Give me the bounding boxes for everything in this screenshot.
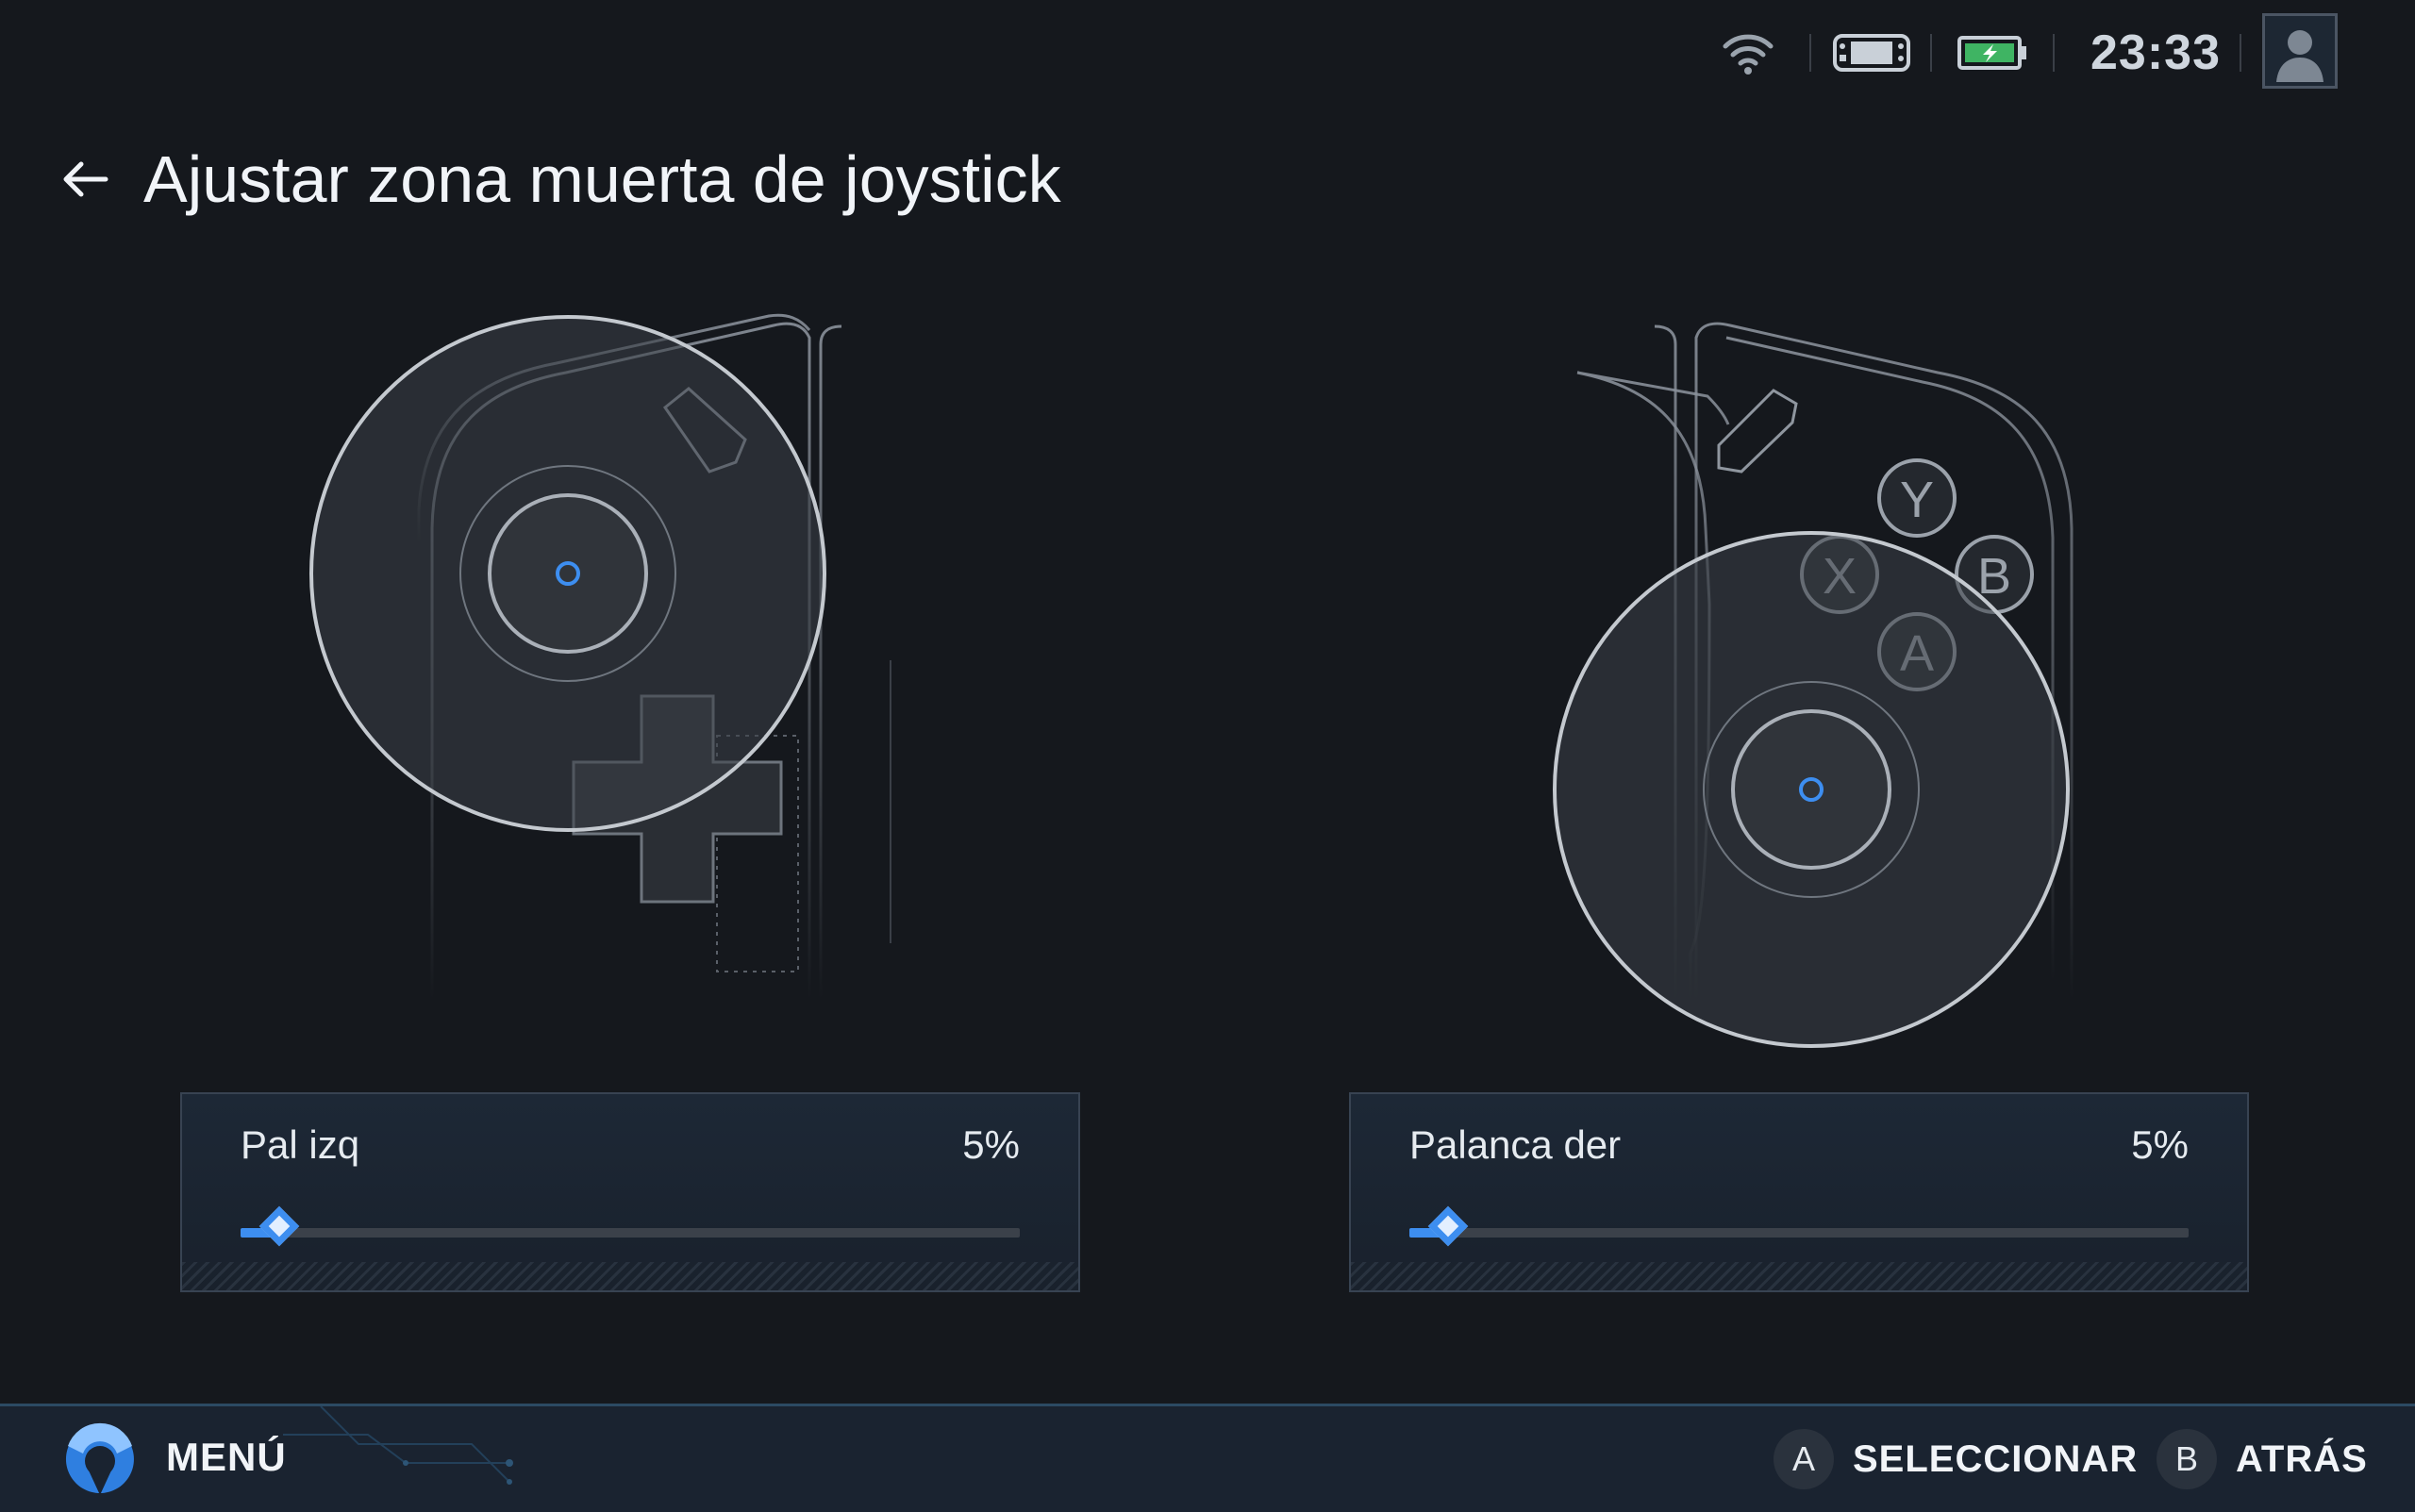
left-deadzone-slider[interactable] <box>241 1205 1020 1247</box>
select-label: SELECCIONAR <box>1853 1437 2139 1480</box>
footer-bar: MENÚ A SELECCIONAR B ATRÁS <box>0 1404 2415 1512</box>
clock: 23:33 <box>2090 25 2221 80</box>
battery-charging-icon <box>1955 0 2030 106</box>
slider-value: 5% <box>962 1122 1020 1167</box>
slider-thumb[interactable] <box>1428 1205 1469 1247</box>
slider-thumb[interactable] <box>259 1205 300 1247</box>
arrow-left-icon[interactable] <box>57 151 113 208</box>
wifi-icon <box>1717 0 1779 106</box>
right-stick-deadzone-card[interactable]: Palanca der 5% <box>1349 1092 2249 1292</box>
slider-value: 5% <box>2131 1122 2189 1167</box>
slider-label: Pal izq <box>241 1122 360 1167</box>
left-stick-deadzone-card[interactable]: Pal izq 5% <box>180 1092 1080 1292</box>
page-header: Ajustar zona muerta de joystick <box>57 132 1061 226</box>
back-hint[interactable]: B ATRÁS <box>2157 1423 2368 1495</box>
joystick-illustration: Y X B A <box>0 283 2415 1061</box>
b-button-icon: B <box>2157 1429 2217 1489</box>
status-bar: 23:33 <box>0 0 2415 106</box>
right-stick <box>1731 709 1891 870</box>
menu-logo-icon[interactable] <box>60 1420 140 1499</box>
select-hint[interactable]: A SELECCIONAR <box>1774 1423 2138 1495</box>
left-stick <box>488 493 648 654</box>
back-label: ATRÁS <box>2236 1437 2368 1480</box>
a-button-icon: A <box>1774 1429 1834 1489</box>
right-deadzone-slider[interactable] <box>1409 1205 2189 1247</box>
user-avatar-icon[interactable] <box>2262 13 2338 89</box>
right-bumper-shape <box>1717 389 1798 474</box>
page-title: Ajustar zona muerta de joystick <box>143 142 1061 216</box>
svg-text:Y: Y <box>1900 472 1934 528</box>
face-button-y: Y <box>1877 458 1957 538</box>
handheld-device-icon <box>1832 0 1911 106</box>
menu-label[interactable]: MENÚ <box>166 1435 287 1480</box>
slider-label: Palanca der <box>1409 1122 1622 1167</box>
